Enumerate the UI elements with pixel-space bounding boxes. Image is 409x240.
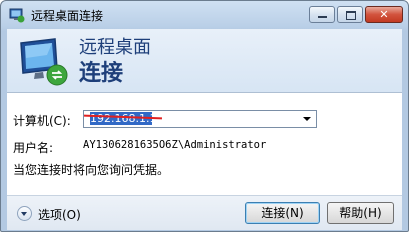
chevron-down-icon[interactable] [300,112,314,126]
remote-desktop-monitor-icon [20,38,68,86]
computer-label: 计算机(C): [13,114,71,128]
dialog-footer: 选项(O) 连接(N) 帮助(H) [7,195,402,230]
maximize-icon [346,11,356,20]
close-button[interactable]: ✕ [365,6,403,23]
title-bar[interactable]: 远程桌面连接 ✕ [1,1,408,29]
username-value: AY1306281635O6Z\Administrator [83,139,267,151]
credentials-note: 当您连接时将向您询问凭据。 [13,163,170,177]
help-button[interactable]: 帮助(H) [327,202,394,224]
maximize-button[interactable] [337,6,363,23]
remote-desktop-app-icon [9,8,25,23]
header-title-line2: 连接 [79,61,124,86]
window-title: 远程桌面连接 [31,9,104,23]
minimize-button[interactable] [309,6,335,23]
expand-options-icon[interactable] [17,206,32,221]
computer-combobox[interactable]: 192.168.1.10 [83,110,317,128]
options-label[interactable]: 选项(O) [38,206,81,223]
close-icon: ✕ [379,8,389,21]
connect-button[interactable]: 连接(N) [245,202,320,224]
remote-desktop-window: 远程桌面连接 ✕ 远程桌面 连接 计算机(C): 192.168.1.10 用户… [0,0,409,232]
connection-form: 计算机(C): 192.168.1.10 用户名: AY1306281635O6… [7,93,402,195]
minimize-icon [318,16,327,18]
username-label: 用户名: [13,141,54,155]
header-banner: 远程桌面 连接 [7,29,402,93]
